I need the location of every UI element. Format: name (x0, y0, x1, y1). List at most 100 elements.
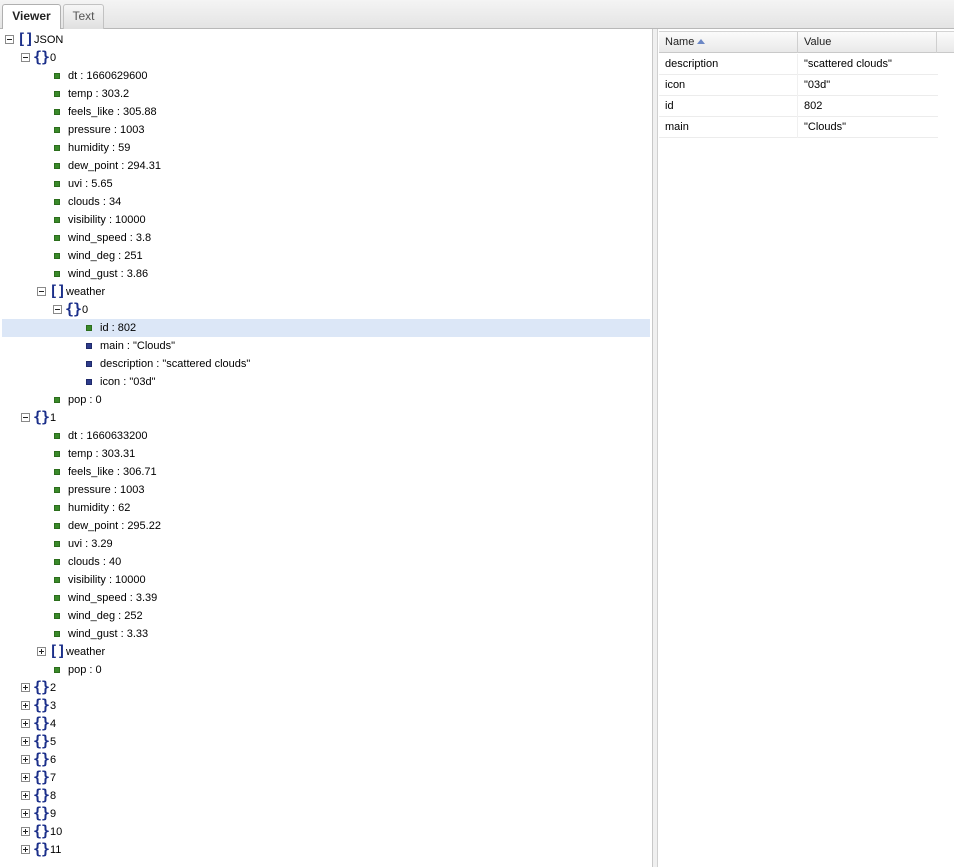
tab-text[interactable]: Text (63, 4, 104, 29)
tree-node-label: wind_speed : 3.39 (68, 592, 158, 604)
tab-viewer[interactable]: Viewer (2, 4, 61, 30)
tree-leaf-row[interactable]: main : "Clouds" (2, 337, 650, 355)
tree-node-label: weather (66, 286, 106, 298)
expand-icon[interactable] (21, 719, 30, 728)
grid-row[interactable]: id 802 (659, 96, 938, 117)
tree-leaf-row[interactable]: uvi : 3.29 (2, 535, 650, 553)
grid-row[interactable]: icon "03d" (659, 75, 938, 96)
tree-node-row[interactable]: {}2 (2, 679, 650, 697)
tree-leaf-row[interactable]: wind_gust : 3.33 (2, 625, 650, 643)
tree-leaf-row[interactable]: dew_point : 295.22 (2, 517, 650, 535)
tree-node-row[interactable]: {}1 (2, 409, 650, 427)
expand-icon[interactable] (21, 791, 30, 800)
tree-node-label: feels_like : 305.88 (68, 106, 157, 118)
expand-icon[interactable] (21, 809, 30, 818)
tree-node-row[interactable]: []weather (2, 283, 650, 301)
tree-leaf-row[interactable]: uvi : 5.65 (2, 175, 650, 193)
expand-icon[interactable] (21, 845, 30, 854)
tree-node-row[interactable]: {}8 (2, 787, 650, 805)
tree-leaf-row[interactable]: visibility : 10000 (2, 571, 650, 589)
tree-leaf-row[interactable]: pressure : 1003 (2, 121, 650, 139)
expand-icon[interactable] (21, 737, 30, 746)
object-icon: {} (33, 714, 50, 732)
tree-leaf-row[interactable]: dt : 1660633200 (2, 427, 650, 445)
expand-icon[interactable] (21, 683, 30, 692)
tree-leaf-row[interactable]: feels_like : 306.71 (2, 463, 650, 481)
tree-node-row[interactable]: {}9 (2, 805, 650, 823)
tree-leaf-row[interactable]: id : 802 (2, 319, 650, 337)
tree-node-row[interactable]: {}0 (2, 301, 650, 319)
tree-leaf-row[interactable]: pop : 0 (2, 661, 650, 679)
tree-node-label: 10 (50, 826, 63, 838)
tree-node-row[interactable]: []weather (2, 643, 650, 661)
grid-row[interactable]: main "Clouds" (659, 117, 938, 138)
tree-node-label: humidity : 62 (68, 502, 131, 514)
tree-leaf-row[interactable]: pressure : 1003 (2, 481, 650, 499)
value-icon (54, 595, 60, 601)
tree-node-row[interactable]: []JSON (2, 31, 650, 49)
tree-leaf-row[interactable]: description : "scattered clouds" (2, 355, 650, 373)
object-icon: {} (33, 804, 50, 822)
collapse-icon[interactable] (21, 53, 30, 62)
tree-leaf-row[interactable]: icon : "03d" (2, 373, 650, 391)
collapse-icon[interactable] (53, 305, 62, 314)
value-icon (54, 541, 60, 547)
expand-icon[interactable] (37, 647, 46, 656)
tree-leaf-row[interactable]: dew_point : 294.31 (2, 157, 650, 175)
tree-node-label: uvi : 5.65 (68, 178, 113, 190)
tree-leaf-row[interactable]: clouds : 34 (2, 193, 650, 211)
tree-leaf-row[interactable]: temp : 303.31 (2, 445, 650, 463)
property-grid: Name Value description "scattered clouds"… (659, 29, 954, 867)
expand-icon[interactable] (21, 755, 30, 764)
tree-node-label: dt : 1660629600 (68, 70, 148, 82)
collapse-icon[interactable] (21, 413, 30, 422)
tree-node-row[interactable]: {}3 (2, 697, 650, 715)
tree-node-row[interactable]: {}4 (2, 715, 650, 733)
tree-node-label: wind_speed : 3.8 (68, 232, 152, 244)
grid-row[interactable]: description "scattered clouds" (659, 54, 938, 75)
collapse-icon[interactable] (37, 287, 46, 296)
grid-cell-name: main (659, 117, 798, 138)
tree-leaf-row[interactable]: wind_speed : 3.39 (2, 589, 650, 607)
pane-splitter[interactable] (653, 29, 658, 867)
tree-leaf-row[interactable]: dt : 1660629600 (2, 67, 650, 85)
object-icon: {} (33, 678, 50, 696)
tree-node-label: 1 (50, 412, 57, 424)
tree-leaf-row[interactable]: humidity : 62 (2, 499, 650, 517)
value-icon (54, 397, 60, 403)
tree-node-row[interactable]: {}10 (2, 823, 650, 841)
tree-leaf-row[interactable]: wind_deg : 252 (2, 607, 650, 625)
tree-leaf-row[interactable]: pop : 0 (2, 391, 650, 409)
column-header-value[interactable]: Value (798, 32, 937, 53)
value-icon (54, 613, 60, 619)
tree-node-row[interactable]: {}11 (2, 841, 650, 859)
tree-node-label: feels_like : 306.71 (68, 466, 157, 478)
tree-leaf-row[interactable]: wind_speed : 3.8 (2, 229, 650, 247)
tree-node-row[interactable]: {}5 (2, 733, 650, 751)
tree-leaf-row[interactable]: clouds : 40 (2, 553, 650, 571)
tree-node-row[interactable]: {}0 (2, 49, 650, 67)
tree-node-row[interactable]: {}7 (2, 769, 650, 787)
tree-node-label: wind_gust : 3.86 (68, 268, 149, 280)
tree-node-row[interactable]: {}6 (2, 751, 650, 769)
column-header-name[interactable]: Name (659, 32, 798, 53)
value-icon (54, 523, 60, 529)
tree-leaf-row[interactable]: wind_gust : 3.86 (2, 265, 650, 283)
collapse-icon[interactable] (5, 35, 14, 44)
tree-leaf-row[interactable]: humidity : 59 (2, 139, 650, 157)
expand-icon[interactable] (21, 827, 30, 836)
value-icon (54, 631, 60, 637)
tree-leaf-row[interactable]: temp : 303.2 (2, 85, 650, 103)
expand-icon[interactable] (21, 701, 30, 710)
tree-leaf-row[interactable]: wind_deg : 251 (2, 247, 650, 265)
grid-cell-value: "03d" (804, 79, 831, 91)
expand-icon[interactable] (21, 773, 30, 782)
tree-leaf-row[interactable]: feels_like : 305.88 (2, 103, 650, 121)
tree-leaf-row[interactable]: visibility : 10000 (2, 211, 650, 229)
object-icon: {} (33, 732, 50, 750)
